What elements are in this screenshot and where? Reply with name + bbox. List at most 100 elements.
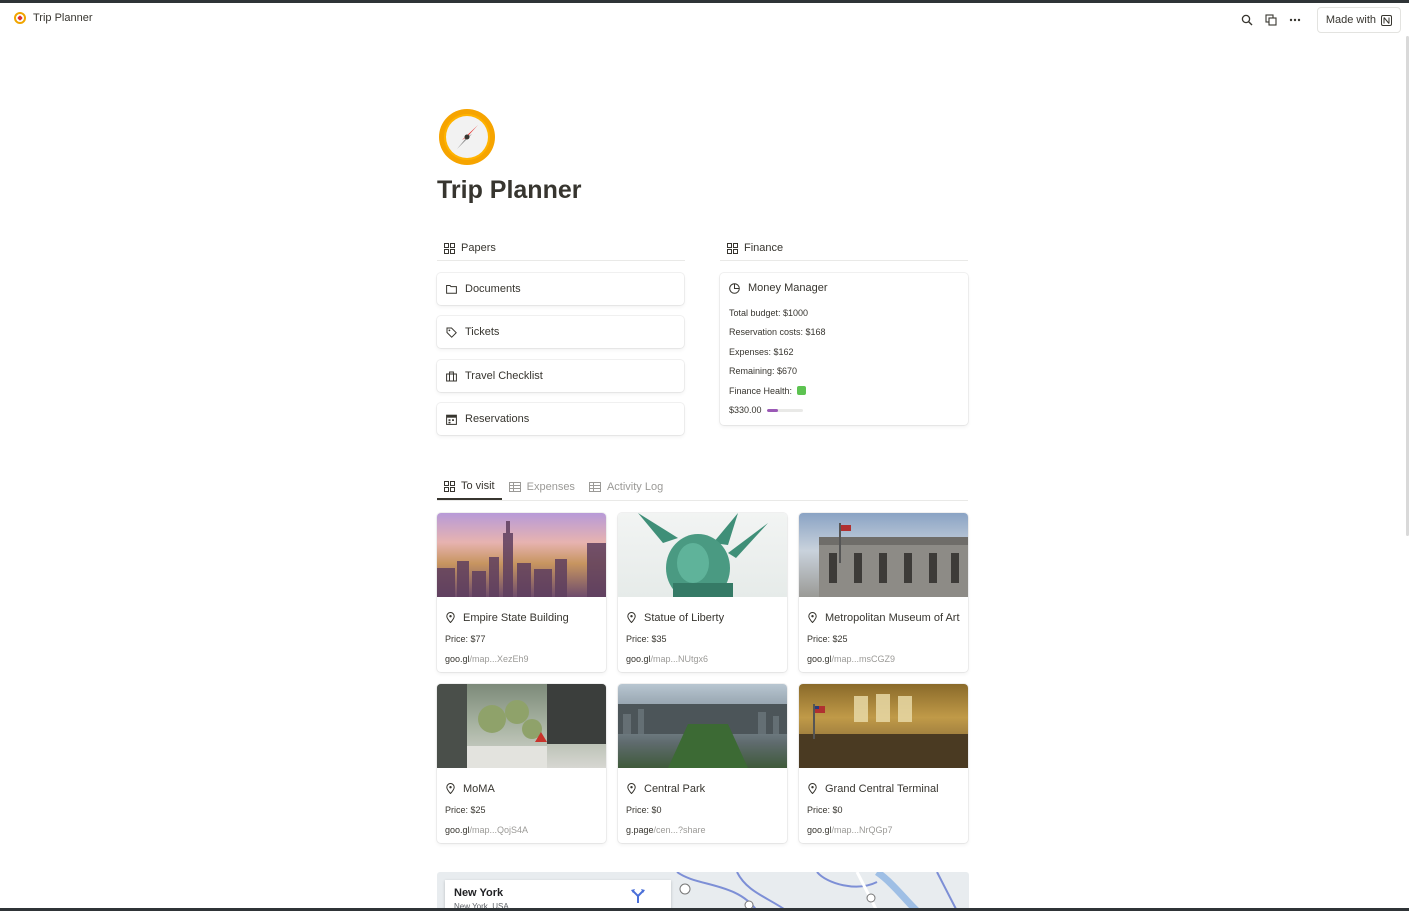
place-name-row: Metropolitan Museum of Art — [799, 597, 968, 629]
url-path: /map...QojS4A — [469, 825, 529, 835]
tickets-link[interactable]: Tickets — [437, 316, 684, 348]
location-pin-icon — [627, 783, 636, 794]
url-domain: goo.gl — [807, 825, 832, 835]
location-pin-icon — [808, 783, 817, 794]
more-icon[interactable] — [1288, 13, 1302, 27]
pie-chart-icon — [729, 282, 740, 294]
tab-expenses-label: Expenses — [526, 481, 575, 493]
database-tabs: To visit Expenses Activity Log — [437, 474, 968, 501]
progress-amount: $330.00 — [729, 405, 762, 416]
place-name: Empire State Building — [463, 611, 569, 624]
finance-health-indicator — [797, 386, 807, 396]
place-price: Price: $35 — [626, 634, 667, 644]
documents-link[interactable]: Documents — [437, 273, 684, 305]
place-photo — [618, 684, 787, 768]
place-url[interactable]: goo.gl/map...XezEh9 — [437, 649, 606, 669]
search-icon[interactable] — [1240, 13, 1254, 27]
finance-header-label: Finance — [744, 242, 784, 254]
map-place-panel: New York New York, USA — [445, 880, 671, 911]
made-with-label: Made with — [1325, 14, 1376, 26]
place-url[interactable]: goo.gl/map...NrQGp7 — [799, 820, 968, 840]
url-domain: goo.gl — [445, 654, 470, 664]
table-icon — [588, 482, 601, 492]
map-embed[interactable]: New York New York, USA — [437, 872, 969, 911]
gallery-icon — [727, 242, 738, 254]
place-name-row: Grand Central Terminal — [799, 768, 968, 800]
remaining: Remaining: $670 — [729, 366, 798, 377]
made-with-button[interactable]: Made with — [1316, 7, 1401, 33]
breadcrumb-title: Trip Planner — [33, 12, 93, 24]
place-url[interactable]: goo.gl/map...NUtgx6 — [618, 649, 787, 669]
travel-checklist-label: Travel Checklist — [465, 370, 543, 382]
url-path: /map...NUtgx6 — [650, 654, 709, 664]
calendar-icon — [446, 414, 457, 425]
tickets-label: Tickets — [465, 326, 500, 338]
finance-health-label: Finance Health: — [729, 385, 793, 396]
url-domain: goo.gl — [445, 825, 470, 835]
compass-icon — [439, 109, 495, 165]
place-photo — [437, 513, 606, 597]
place-name-row: Statue of Liberty — [618, 597, 787, 629]
place-photo — [618, 513, 787, 602]
papers-header-label: Papers — [461, 242, 496, 254]
place-card[interactable]: Central Park Price: $0 g.page/cen...?sha… — [618, 684, 787, 843]
page-title: Trip Planner — [437, 176, 582, 204]
place-url[interactable]: g.page/cen...?share — [618, 820, 787, 840]
table-icon — [508, 482, 521, 492]
place-card[interactable]: MoMA Price: $25 goo.gl/map...QojS4A — [437, 684, 606, 843]
tab-expenses[interactable]: Expenses — [502, 474, 582, 500]
place-name-row: Central Park — [618, 768, 787, 800]
place-price: Price: $0 — [807, 805, 843, 815]
reservation-costs: Reservation costs: $168 — [729, 327, 826, 338]
place-name-row: MoMA — [437, 768, 606, 800]
toolbar: Made with — [1240, 7, 1401, 33]
place-name: Statue of Liberty — [644, 611, 725, 624]
expenses: Expenses: $162 — [729, 346, 794, 357]
url-domain: g.page — [626, 825, 654, 835]
page-icon — [437, 107, 497, 167]
url-path: /map...XezEh9 — [469, 654, 529, 664]
directions-icon[interactable] — [631, 888, 645, 904]
documents-label: Documents — [465, 283, 521, 295]
tab-to-visit[interactable]: To visit — [437, 474, 502, 500]
reservations-link[interactable]: Reservations — [437, 403, 684, 435]
tab-activity-log-label: Activity Log — [606, 481, 664, 493]
notion-logo-icon — [1381, 14, 1392, 26]
place-url[interactable]: goo.gl/map...QojS4A — [437, 820, 606, 840]
place-card[interactable]: Empire State Building Price: $77 goo.gl /… — [437, 513, 606, 672]
tag-icon — [446, 327, 457, 338]
place-price: Price: $25 — [807, 634, 848, 644]
tab-activity-log[interactable]: Activity Log — [582, 474, 670, 500]
place-card[interactable]: Statue of Liberty Price: $35 goo.gl/map.… — [618, 513, 787, 672]
total-budget: Total budget: $1000 — [729, 307, 809, 318]
papers-header[interactable]: Papers — [437, 236, 685, 261]
place-name-row: Empire State Building — [437, 597, 606, 629]
place-photo — [799, 513, 968, 597]
place-url[interactable]: goo.gl/map...msCGZ9 — [799, 649, 968, 669]
money-manager-card[interactable]: Money Manager Total budget: $1000 Reserv… — [720, 273, 968, 425]
reservations-label: Reservations — [465, 413, 530, 425]
duplicate-icon[interactable] — [1264, 13, 1278, 27]
suitcase-icon — [446, 371, 457, 381]
place-name: Central Park — [644, 782, 706, 795]
finance-header[interactable]: Finance — [720, 236, 968, 261]
progress-bar-fill — [766, 408, 779, 412]
place-name: Grand Central Terminal — [825, 782, 939, 795]
place-price: Price: $25 — [445, 805, 486, 815]
place-name: MoMA — [463, 782, 495, 795]
compass-icon — [14, 12, 26, 24]
place-card[interactable]: Grand Central Terminal Price: $0 goo.gl /… — [799, 684, 968, 843]
top-bar: Trip Planner Made with — [0, 3, 1409, 36]
travel-checklist-link[interactable]: Travel Checklist — [437, 360, 684, 392]
place-name: Metropolitan Museum of Art — [825, 611, 960, 624]
place-card[interactable]: Metropolitan Museum of Art Price: $25 go… — [799, 513, 968, 672]
url-domain: goo.gl — [626, 654, 651, 664]
place-price: Price: $0 — [626, 805, 662, 815]
money-manager-title: Money Manager — [748, 282, 828, 294]
tab-to-visit-label: To visit — [461, 480, 495, 492]
url-path: /map...msCGZ9 — [831, 654, 896, 664]
gallery-icon — [444, 242, 455, 254]
location-pin-icon — [808, 612, 817, 623]
breadcrumb[interactable]: Trip Planner — [14, 12, 93, 24]
location-pin-icon — [446, 612, 455, 623]
